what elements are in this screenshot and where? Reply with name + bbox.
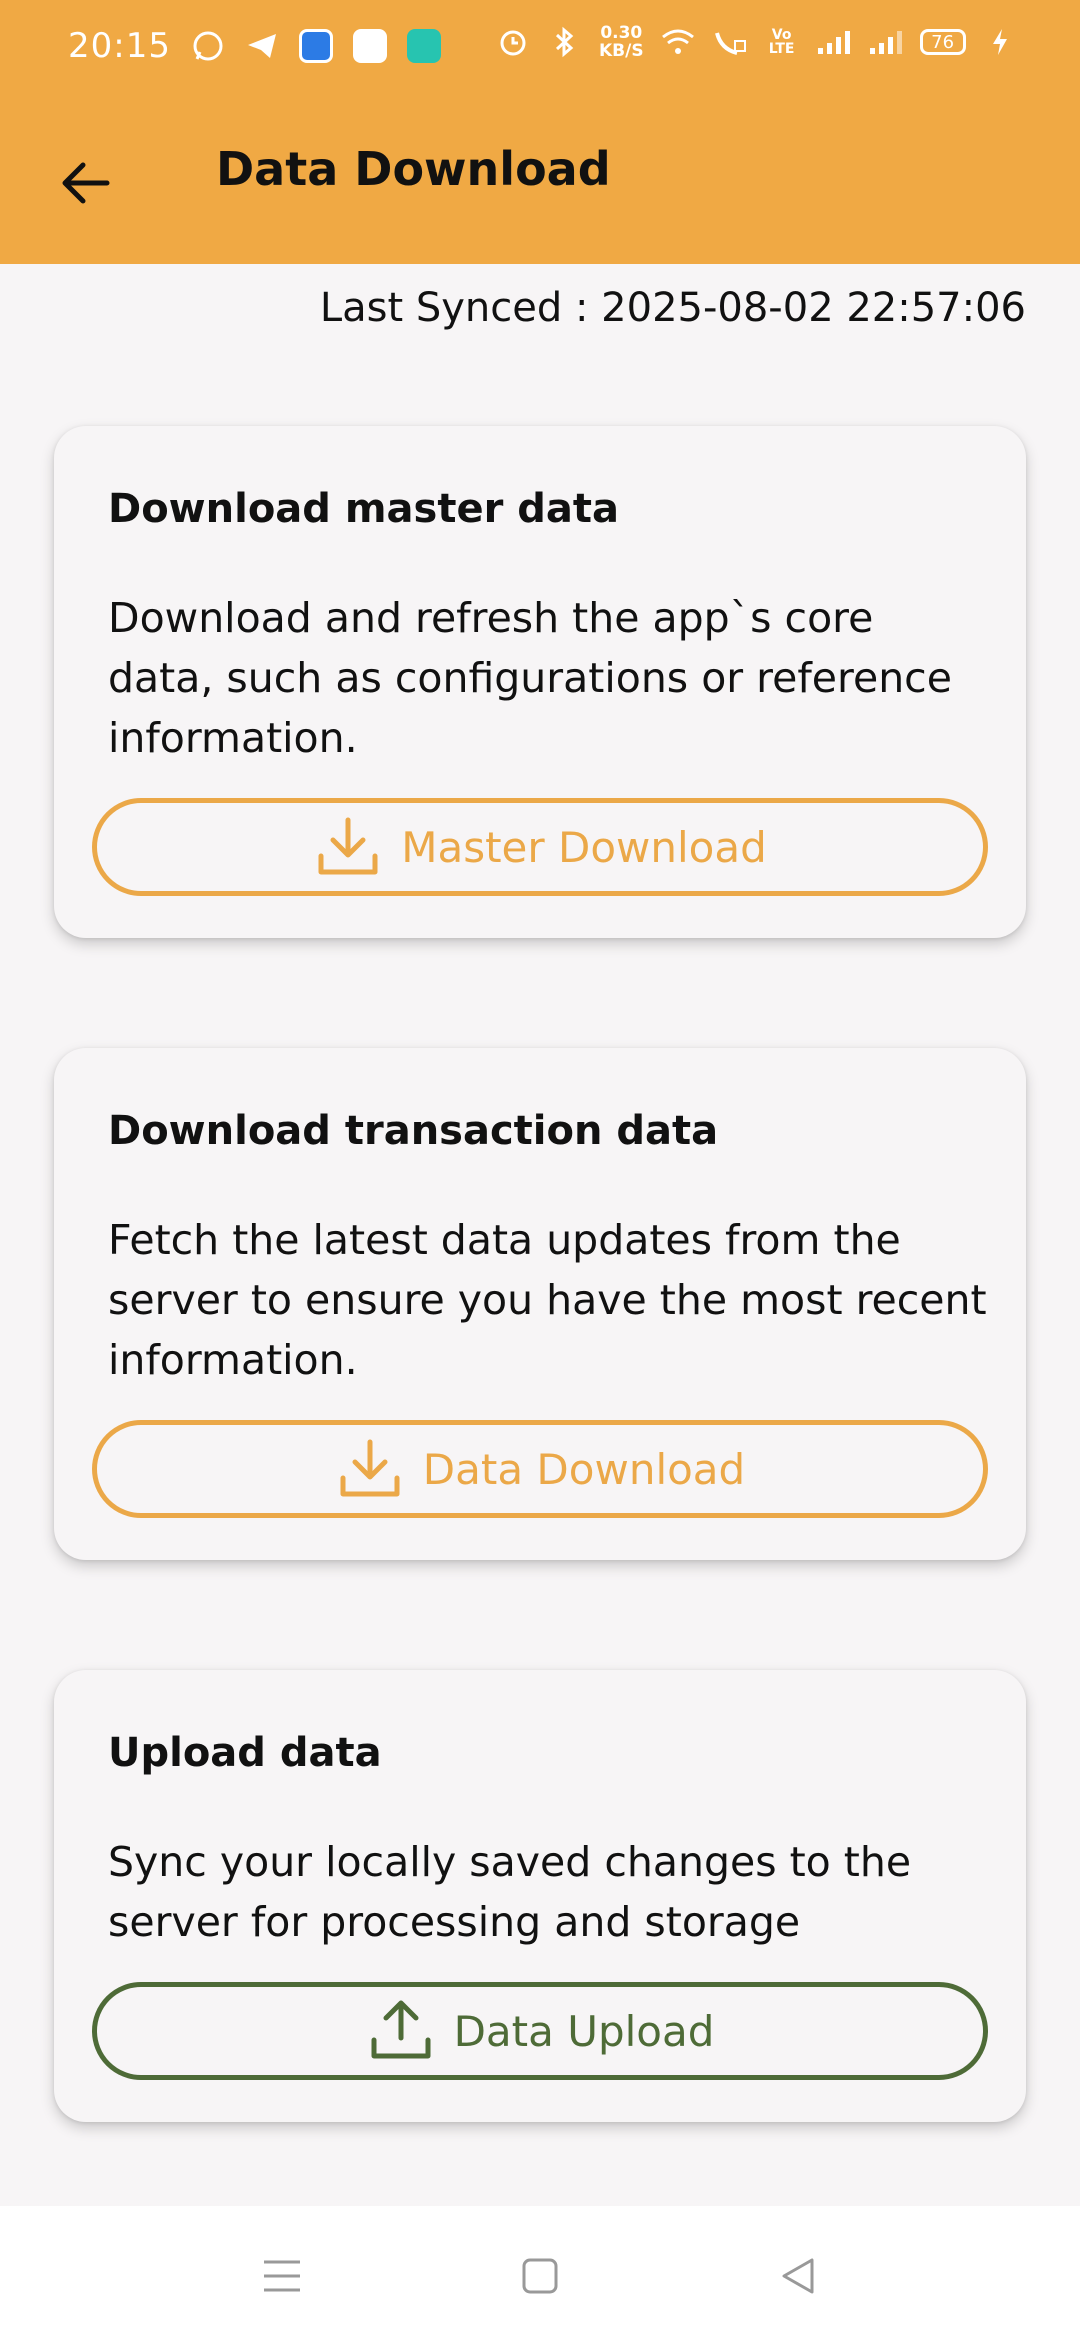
speed-value: 0.30 <box>600 23 643 43</box>
paytm-icon <box>352 28 388 64</box>
volte-icon: Vo LTE <box>768 27 795 57</box>
telegram-icon <box>244 28 280 64</box>
app-icon-blue <box>298 28 334 64</box>
menu-icon <box>264 2260 300 2292</box>
upload-data-card: Upload data Sync your locally saved chan… <box>54 1670 1026 2122</box>
button-label: Master Download <box>401 822 767 872</box>
network-speed: 0.30 KB/S <box>599 24 644 60</box>
status-time: 20:15 <box>68 26 171 66</box>
card-title: Upload data <box>108 1730 382 1776</box>
charging-icon <box>982 24 1018 60</box>
status-bar: 20:15 0.30 KB/S Vo LTE 76 <box>0 0 1080 96</box>
card-description: Download and refresh the app`s core data… <box>108 594 952 762</box>
signal-icon <box>816 24 852 60</box>
card-description: Fetch the latest data updates from the s… <box>108 1216 987 1384</box>
page-title: Data Download <box>216 142 611 196</box>
bluetooth-icon <box>547 24 583 60</box>
app-bar: 20:15 0.30 KB/S Vo LTE 76 Data Download <box>0 0 1080 264</box>
transaction-data-card: Download transaction data Fetch the late… <box>54 1048 1026 1560</box>
download-icon <box>335 1434 405 1504</box>
data-download-button[interactable]: Data Download <box>92 1420 988 1518</box>
home-square-icon <box>522 2258 558 2294</box>
master-data-card: Download master data Download and refres… <box>54 426 1026 938</box>
back-triangle-icon <box>782 2258 814 2294</box>
data-upload-button[interactable]: Data Upload <box>92 1982 988 2080</box>
menu-nav-button[interactable] <box>252 2246 312 2306</box>
card-title: Download master data <box>108 486 619 532</box>
button-label: Data Download <box>422 1444 746 1494</box>
wifi-icon <box>660 24 696 60</box>
app-icon-teal <box>406 28 442 64</box>
alarm-icon <box>495 24 531 60</box>
speed-unit: KB/S <box>599 41 644 61</box>
notification-icons <box>190 28 442 64</box>
back-nav-button[interactable] <box>768 2246 828 2306</box>
back-button[interactable] <box>52 150 118 216</box>
last-synced-label: Last Synced : 2025-08-02 22:57:06 <box>319 285 1026 331</box>
card-title: Download transaction data <box>108 1108 719 1154</box>
home-nav-button[interactable] <box>510 2246 570 2306</box>
upload-icon <box>366 1996 436 2066</box>
signal-icon <box>868 24 904 60</box>
card-description: Sync your locally saved changes to the s… <box>108 1838 912 1946</box>
download-icon <box>313 812 383 882</box>
system-icons: 0.30 KB/S Vo LTE 76 <box>495 24 1018 60</box>
whatsapp-icon <box>190 28 226 64</box>
system-nav-bar <box>0 2206 1080 2340</box>
arrow-left-icon <box>62 162 110 204</box>
master-download-button[interactable]: Master Download <box>92 798 988 896</box>
wifi-call-icon <box>712 24 748 60</box>
battery-icon: 76 <box>919 29 966 55</box>
button-label: Data Upload <box>453 2006 715 2056</box>
